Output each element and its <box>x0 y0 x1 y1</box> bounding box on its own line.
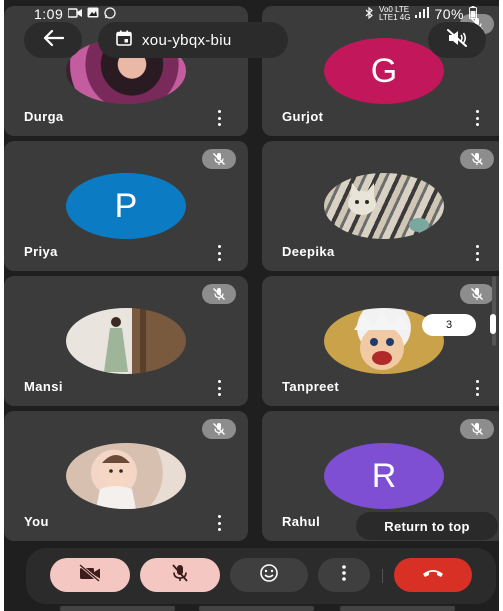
camera-off-icon <box>78 563 102 587</box>
more-vert-icon[interactable] <box>474 245 480 261</box>
participant-tile-priya[interactable]: P Priya <box>4 141 248 271</box>
status-right: Vo0 LTE LTE1 4G 70% <box>365 6 477 22</box>
network-bottom-label: LTE1 4G <box>379 13 411 22</box>
baby-icon <box>96 455 136 509</box>
network-type: Vo0 LTE LTE1 4G <box>379 6 410 22</box>
participant-name: You <box>24 514 49 529</box>
participant-tile-mansi[interactable]: Mansi <box>4 276 248 406</box>
reactions-button[interactable] <box>230 558 308 592</box>
participant-name: Tanpreet <box>282 379 340 394</box>
mic-off-icon <box>460 419 494 439</box>
battery-percent: 70% <box>434 6 464 22</box>
mic-toggle-button[interactable] <box>140 558 220 592</box>
speaker-off-icon <box>446 28 468 52</box>
whatsapp-icon <box>104 6 116 22</box>
meet-call-screen: 1:09 Vo0 LTE LTE1 4G 70% xou-ybqx-biu Du… <box>4 0 499 611</box>
scrollbar-track[interactable] <box>492 276 496 346</box>
more-vert-icon[interactable] <box>216 515 222 531</box>
page-indicator: 3 <box>422 314 476 336</box>
nav-hint-center <box>199 606 314 611</box>
status-left: 1:09 <box>34 6 116 22</box>
avatar <box>66 443 186 509</box>
participant-tile-you[interactable]: You <box>4 411 248 541</box>
emoji-icon <box>259 563 279 588</box>
page-indicator-count: 3 <box>445 319 453 331</box>
participant-tile-tanpreet[interactable]: Tanpreet <box>262 276 499 406</box>
more-vert-icon[interactable] <box>216 380 222 396</box>
more-vert-icon[interactable] <box>474 380 480 396</box>
mic-off-icon <box>460 284 494 304</box>
photo-icon <box>87 7 99 21</box>
more-vert-icon[interactable] <box>216 245 222 261</box>
cat-icon <box>348 183 429 232</box>
mic-off-icon <box>170 563 190 588</box>
bluetooth-icon <box>365 6 374 22</box>
status-time: 1:09 <box>34 6 64 22</box>
scrollbar-thumb[interactable] <box>490 314 496 334</box>
participant-tile-deepika[interactable]: Deepika <box>262 141 499 271</box>
avatar: P <box>66 173 186 239</box>
return-to-top-label: Return to top <box>384 518 470 534</box>
avatar-letter: P <box>114 186 138 225</box>
mic-off-icon <box>460 149 494 169</box>
meeting-info-button[interactable]: xou-ybqx-biu <box>98 22 288 58</box>
participant-name: Rahul <box>282 514 321 529</box>
mic-off-icon <box>202 284 236 304</box>
participant-name: Deepika <box>282 244 335 259</box>
end-call-button[interactable] <box>394 558 472 592</box>
avatar-letter: G <box>370 51 398 90</box>
end-call-icon <box>421 566 445 584</box>
meeting-code: xou-ybqx-biu <box>142 31 232 49</box>
audio-output-button[interactable] <box>428 22 486 58</box>
mic-off-icon <box>202 419 236 439</box>
more-options-button[interactable] <box>318 558 370 592</box>
avatar <box>66 308 186 374</box>
signal-icon <box>415 7 430 21</box>
more-vert-icon <box>341 564 347 587</box>
participant-name: Mansi <box>24 379 63 394</box>
call-controls <box>26 548 496 604</box>
calendar-icon <box>116 30 132 50</box>
video-camera-icon <box>67 7 83 21</box>
back-button[interactable] <box>24 22 82 58</box>
arrow-left-icon <box>42 29 65 52</box>
avatar: G <box>324 38 444 104</box>
nav-hint-right <box>340 606 455 611</box>
camera-toggle-button[interactable] <box>50 558 130 592</box>
avatar <box>324 173 444 239</box>
participant-name: Durga <box>24 109 64 124</box>
person-icon <box>104 308 146 374</box>
return-to-top-button[interactable]: Return to top <box>356 512 498 540</box>
mic-off-icon <box>202 149 236 169</box>
avatar-letter: R <box>371 456 397 495</box>
controls-divider <box>382 569 383 583</box>
avatar: R <box>324 443 444 509</box>
battery-icon <box>469 6 477 22</box>
participant-name: Gurjot <box>282 109 324 124</box>
nav-hint-left <box>60 606 175 611</box>
more-vert-icon[interactable] <box>216 110 222 126</box>
participant-name: Priya <box>24 244 58 259</box>
more-vert-icon[interactable] <box>474 110 480 126</box>
